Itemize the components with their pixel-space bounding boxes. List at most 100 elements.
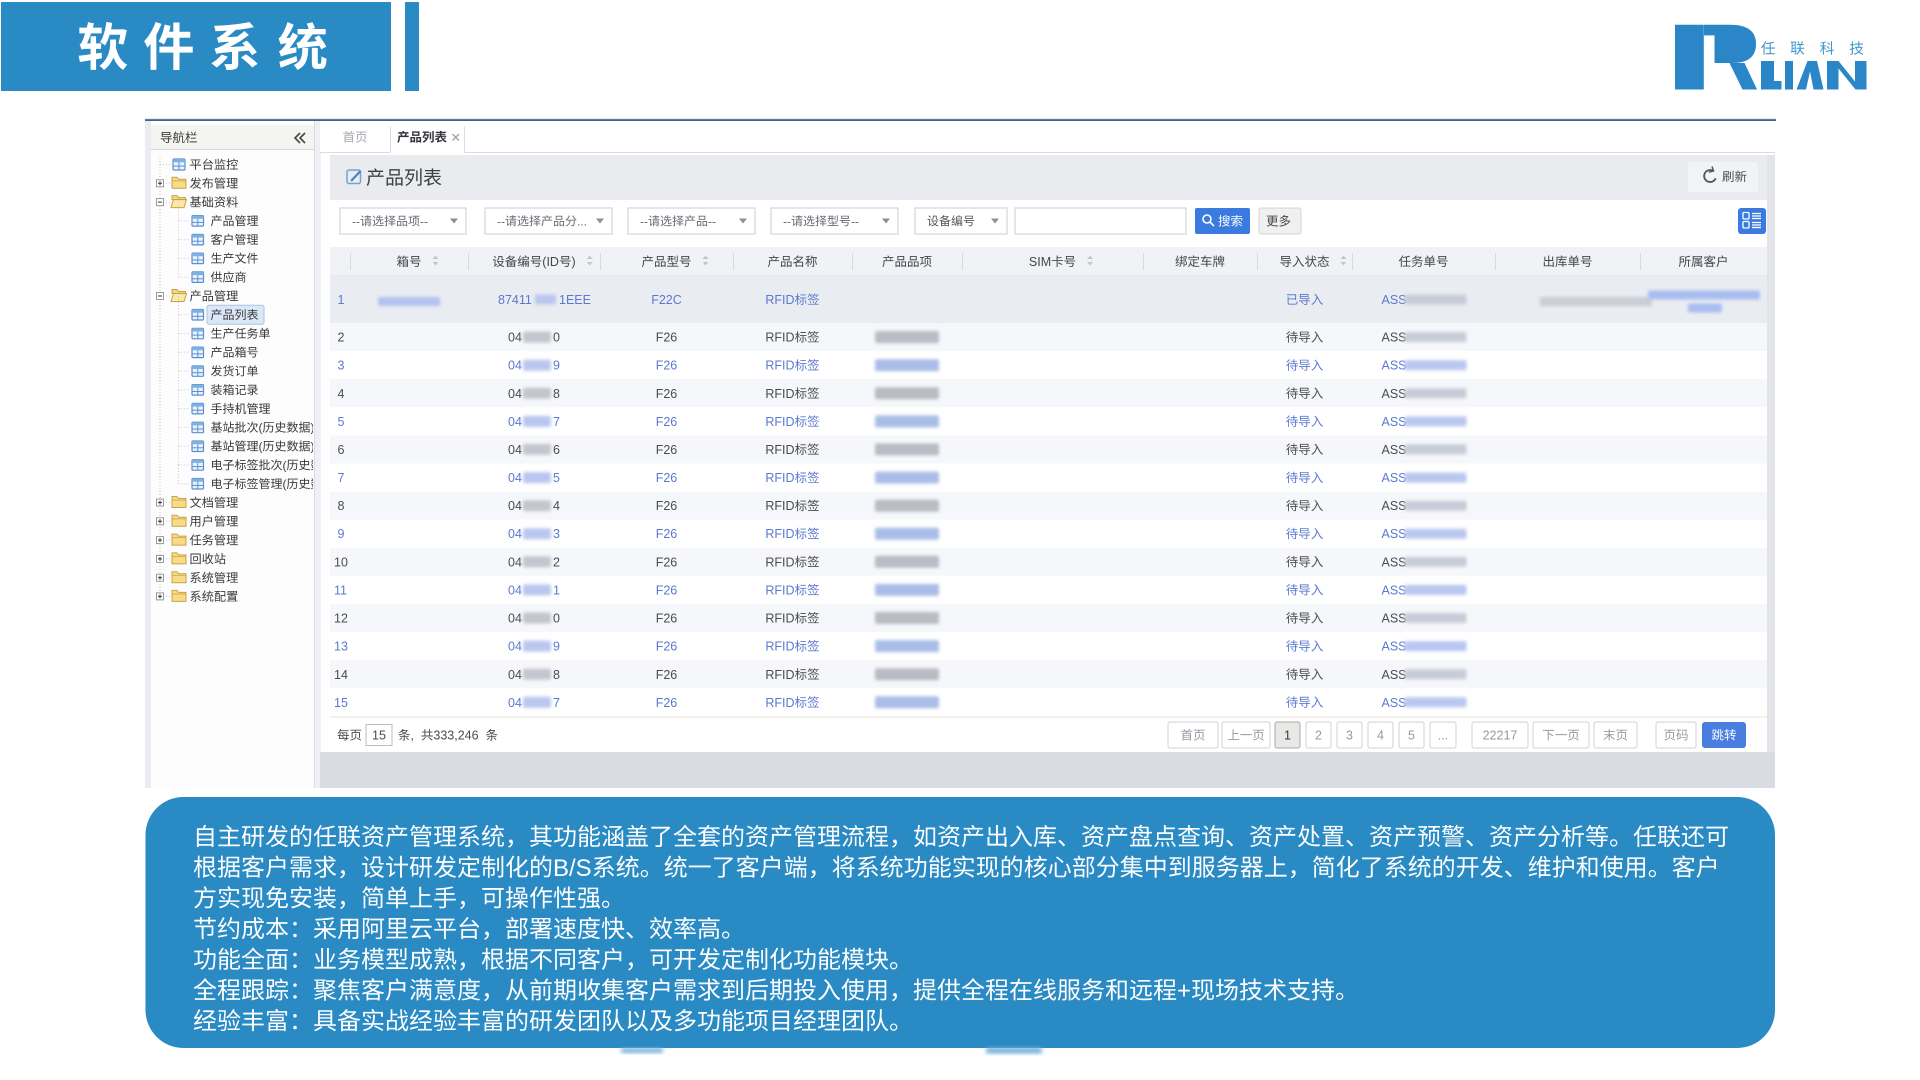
svg-text:F26: F26 <box>656 612 678 626</box>
svg-text:RFID: RFID <box>765 499 794 513</box>
svg-text:5: 5 <box>553 471 560 485</box>
svg-text:): ) <box>572 255 576 269</box>
svg-text:F26: F26 <box>656 640 678 654</box>
svg-text:04: 04 <box>508 359 522 373</box>
svg-text:ASS: ASS <box>1382 387 1407 401</box>
svg-text:ASS: ASS <box>1382 359 1407 373</box>
svg-text:ASS: ASS <box>1382 471 1407 485</box>
svg-text:ASS: ASS <box>1382 499 1407 513</box>
svg-text:+: + <box>1177 978 1191 1005</box>
svg-text:8: 8 <box>553 668 560 682</box>
svg-text:RFID: RFID <box>765 471 794 485</box>
svg-text:04: 04 <box>508 471 522 485</box>
svg-text:RFID: RFID <box>765 359 794 373</box>
svg-text:(ID: (ID <box>542 255 559 269</box>
svg-text:6: 6 <box>338 443 345 457</box>
svg-text:9: 9 <box>553 640 560 654</box>
svg-text:04: 04 <box>508 415 522 429</box>
svg-text:F26: F26 <box>656 331 678 345</box>
svg-text:04: 04 <box>508 527 522 541</box>
svg-text:ASS: ASS <box>1382 612 1407 626</box>
svg-text:F26: F26 <box>656 415 678 429</box>
svg-text:04: 04 <box>508 555 522 569</box>
svg-text:7: 7 <box>553 415 560 429</box>
svg-text:15: 15 <box>334 696 348 710</box>
svg-text:04: 04 <box>508 640 522 654</box>
svg-text:04: 04 <box>508 583 522 597</box>
svg-text:4: 4 <box>1377 729 1384 743</box>
svg-text:RFID: RFID <box>765 555 794 569</box>
svg-text:22217: 22217 <box>1483 729 1518 743</box>
svg-text:RFID: RFID <box>765 668 794 682</box>
svg-text:ASS: ASS <box>1382 696 1407 710</box>
svg-text:1: 1 <box>553 583 560 597</box>
svg-text:04: 04 <box>508 696 522 710</box>
svg-text:...: ... <box>1438 729 1448 743</box>
svg-text:RFID: RFID <box>765 640 794 654</box>
svg-text:,: , <box>411 729 414 743</box>
svg-text:ASS: ASS <box>1382 640 1407 654</box>
svg-text:3: 3 <box>553 527 560 541</box>
svg-text:ASS: ASS <box>1382 555 1407 569</box>
svg-text:1: 1 <box>338 293 345 307</box>
svg-text:5: 5 <box>1408 729 1415 743</box>
svg-text:1: 1 <box>1284 729 1291 743</box>
svg-text:0: 0 <box>553 612 560 626</box>
svg-text:RFID: RFID <box>765 443 794 457</box>
svg-text:RFID: RFID <box>765 612 794 626</box>
svg-text:5: 5 <box>338 415 345 429</box>
svg-text:04: 04 <box>508 668 522 682</box>
svg-text:RFID: RFID <box>765 387 794 401</box>
svg-text:333,246: 333,246 <box>433 729 478 743</box>
svg-text:0: 0 <box>553 331 560 345</box>
svg-text:04: 04 <box>508 443 522 457</box>
svg-text:8: 8 <box>338 499 345 513</box>
svg-text:RFID: RFID <box>765 415 794 429</box>
svg-text:--: -- <box>420 214 428 228</box>
svg-text:6: 6 <box>553 443 560 457</box>
svg-text:11: 11 <box>334 583 347 597</box>
svg-text:2: 2 <box>338 331 345 345</box>
svg-text:ASS: ASS <box>1382 527 1407 541</box>
svg-text:F26: F26 <box>656 471 678 485</box>
svg-text:F26: F26 <box>656 555 678 569</box>
svg-text:(: ( <box>259 440 263 454</box>
svg-text:04: 04 <box>508 612 522 626</box>
svg-text:ASS: ASS <box>1382 443 1407 457</box>
svg-text:B/S: B/S <box>553 855 592 882</box>
svg-text:9: 9 <box>338 527 345 541</box>
svg-text:87411: 87411 <box>498 293 532 307</box>
svg-text:ASS: ASS <box>1382 331 1407 345</box>
svg-text:13: 13 <box>334 640 348 654</box>
svg-text:RFID: RFID <box>765 583 794 597</box>
svg-text:F26: F26 <box>656 668 678 682</box>
svg-text:F26: F26 <box>656 527 678 541</box>
svg-text:04: 04 <box>508 387 522 401</box>
svg-text:9: 9 <box>553 359 560 373</box>
svg-text:(: ( <box>283 477 287 491</box>
svg-text:(: ( <box>259 421 263 435</box>
svg-text:F26: F26 <box>656 499 678 513</box>
svg-text:(: ( <box>283 458 287 472</box>
svg-text:--: -- <box>851 214 859 228</box>
svg-text:ASS: ASS <box>1382 583 1407 597</box>
svg-text:4: 4 <box>553 499 560 513</box>
svg-text:F22C: F22C <box>651 293 682 307</box>
svg-text:RFID: RFID <box>765 696 794 710</box>
svg-text:12: 12 <box>334 612 348 626</box>
svg-text:7: 7 <box>338 471 345 485</box>
svg-text:RFID: RFID <box>765 527 794 541</box>
svg-text:...: ... <box>577 214 587 228</box>
svg-text:F26: F26 <box>656 387 678 401</box>
svg-text:04: 04 <box>508 331 522 345</box>
svg-text:F26: F26 <box>656 359 678 373</box>
svg-text:--: -- <box>708 214 716 228</box>
svg-text:2: 2 <box>1315 729 1322 743</box>
svg-text:7: 7 <box>553 696 560 710</box>
svg-text:3: 3 <box>1346 729 1353 743</box>
svg-text:1EEE: 1EEE <box>559 293 591 307</box>
svg-text:RFID: RFID <box>765 331 794 345</box>
svg-text:10: 10 <box>334 555 348 569</box>
svg-text:--: -- <box>783 214 791 228</box>
svg-text:2: 2 <box>553 555 560 569</box>
